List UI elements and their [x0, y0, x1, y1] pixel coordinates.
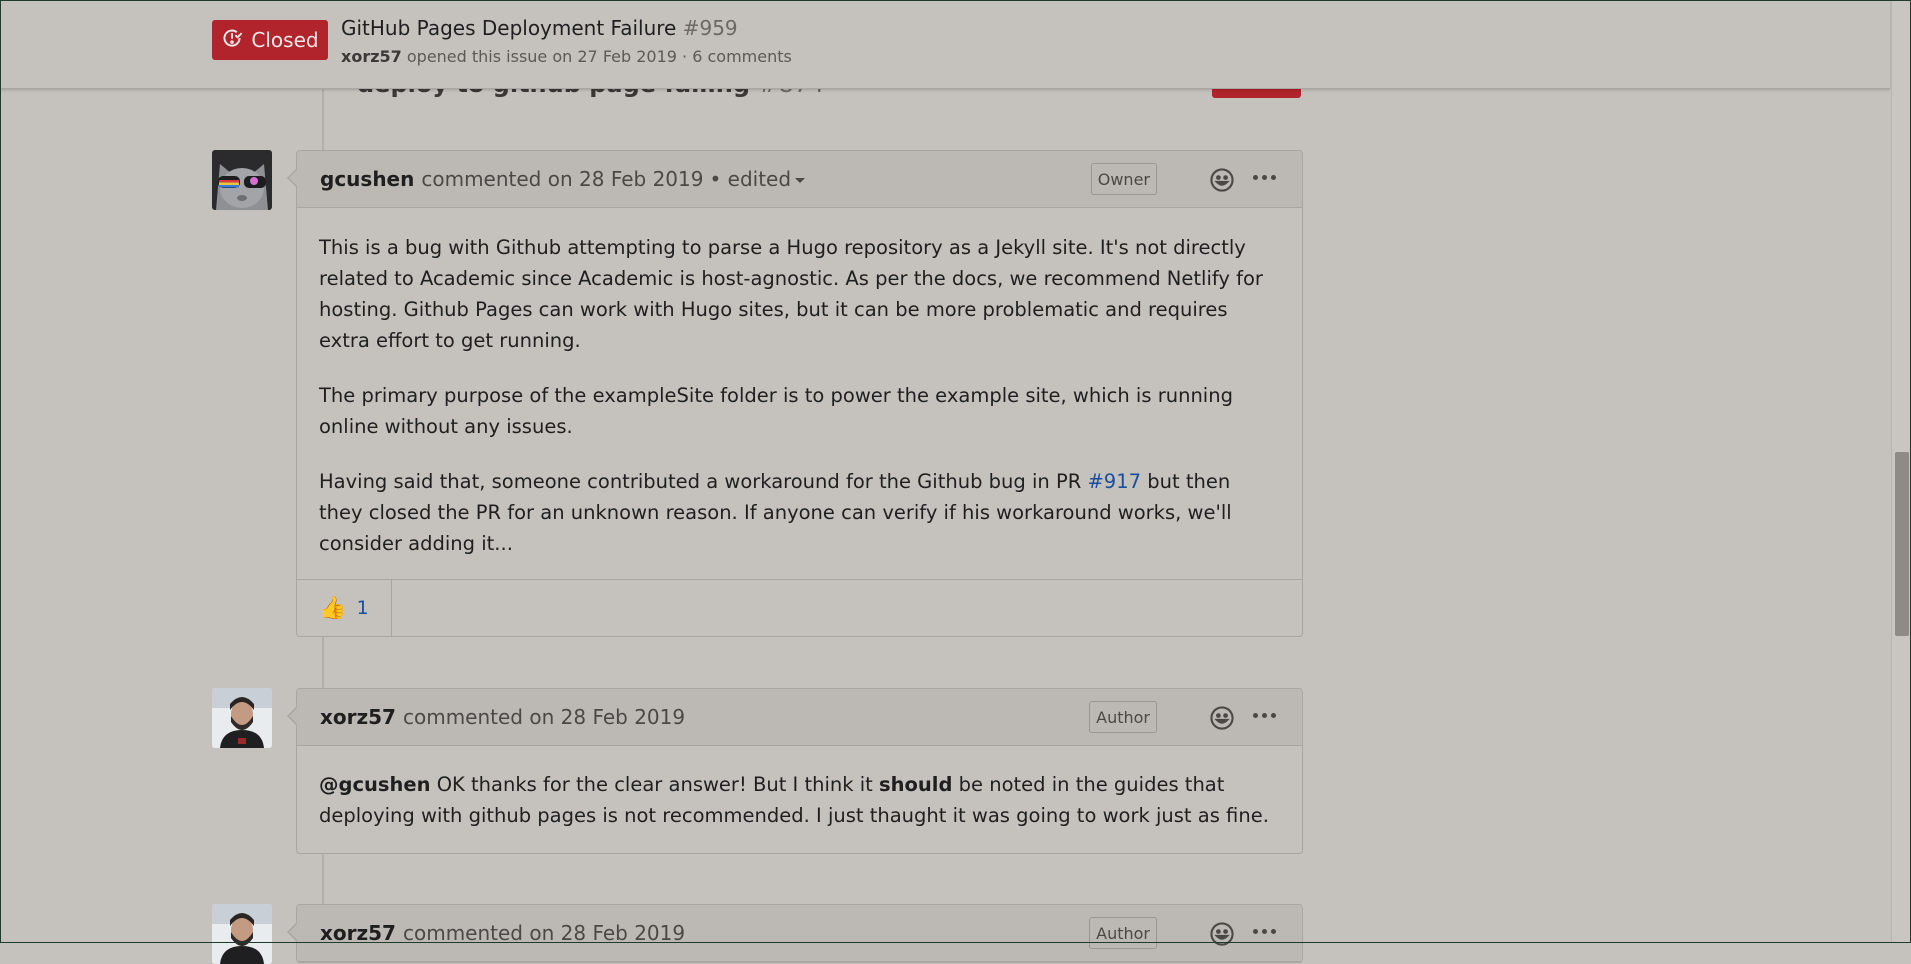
- edited-dropdown[interactable]: • edited: [709, 167, 806, 191]
- issue-title-text: GitHub Pages Deployment Failure: [341, 16, 677, 40]
- smiley-icon[interactable]: [1209, 167, 1235, 193]
- comment-timestamp[interactable]: commented on 28 Feb 2019: [421, 167, 703, 191]
- kebab-horizontal-icon[interactable]: [1253, 929, 1276, 934]
- reaction-count: 1: [356, 597, 369, 619]
- scrollbar-thumb[interactable]: [1895, 452, 1909, 636]
- paragraph-text: Having said that, someone contributed a …: [319, 470, 1082, 493]
- comment-body: This is a bug with Github attempting to …: [297, 208, 1302, 579]
- edited-label: • edited: [709, 167, 792, 191]
- comment-header: gcushen commented on 28 Feb 2019 • edite…: [297, 151, 1302, 208]
- bold-text: should: [879, 773, 953, 796]
- author-badge: Author: [1089, 701, 1157, 733]
- issue-meta-text: opened this issue on 27 Feb 2019 · 6 com…: [406, 47, 792, 66]
- issue-title: GitHub Pages Deployment Failure #959: [341, 16, 738, 40]
- comment-author-link[interactable]: gcushen: [320, 167, 414, 191]
- comment-xorz57: xorz57 commented on 28 Feb 2019 Author @…: [287, 688, 1303, 854]
- issue-meta: xorz57 opened this issue on 27 Feb 2019 …: [341, 47, 792, 66]
- reactions-bar: 👍 1: [297, 579, 1302, 636]
- smiley-icon[interactable]: [1209, 921, 1235, 947]
- comment-body: @gcushen OK thanks for the clear answer!…: [297, 746, 1302, 853]
- owner-badge: Owner: [1090, 163, 1157, 195]
- pr-link[interactable]: #917: [1087, 470, 1141, 493]
- avatar-xorz57[interactable]: [212, 688, 272, 748]
- avatar-xorz57[interactable]: [212, 904, 272, 964]
- scrollbar[interactable]: [1891, 0, 1911, 943]
- comment-paragraph: This is a bug with Github attempting to …: [319, 236, 1263, 352]
- comment-author-link[interactable]: xorz57: [320, 921, 396, 945]
- kebab-horizontal-icon[interactable]: [1253, 175, 1276, 180]
- user-mention[interactable]: @gcushen: [319, 773, 431, 796]
- comment-paragraph: @gcushen OK thanks for the clear answer!…: [319, 769, 1279, 831]
- paragraph-text: OK thanks for the clear answer! But I th…: [436, 773, 873, 796]
- comment-timestamp[interactable]: commented on 28 Feb 2019: [403, 921, 685, 945]
- issue-author-link[interactable]: xorz57: [341, 47, 402, 66]
- thumbs-up-reaction[interactable]: 👍 1: [297, 580, 392, 636]
- comment-timestamp[interactable]: commented on 28 Feb 2019: [403, 705, 685, 729]
- author-badge: Author: [1089, 917, 1157, 949]
- comment-gcushen: gcushen commented on 28 Feb 2019 • edite…: [287, 150, 1303, 637]
- comment-xorz57-2: xorz57 commented on 28 Feb 2019 Author: [287, 904, 1303, 963]
- avatar-gcushen[interactable]: [212, 150, 272, 210]
- issue-state-badge: Closed: [212, 20, 328, 60]
- chevron-down-icon: [795, 178, 806, 183]
- kebab-horizontal-icon[interactable]: [1253, 713, 1276, 718]
- comment-paragraph: The primary purpose of the exampleSite f…: [319, 384, 1233, 438]
- comment-header: xorz57 commented on 28 Feb 2019 Author: [297, 689, 1302, 746]
- sticky-issue-header: Closed GitHub Pages Deployment Failure #…: [0, 0, 1890, 89]
- issue-closed-icon: [221, 27, 243, 54]
- comment-author-link[interactable]: xorz57: [320, 705, 396, 729]
- smiley-icon[interactable]: [1209, 705, 1235, 731]
- issue-state-label: Closed: [251, 28, 319, 52]
- comment-paragraph: Having said that, someone contributed a …: [319, 466, 1279, 559]
- thumbs-up-icon: 👍: [319, 595, 347, 621]
- issue-number: #959: [682, 16, 738, 40]
- comment-header: xorz57 commented on 28 Feb 2019 Author: [297, 905, 1302, 962]
